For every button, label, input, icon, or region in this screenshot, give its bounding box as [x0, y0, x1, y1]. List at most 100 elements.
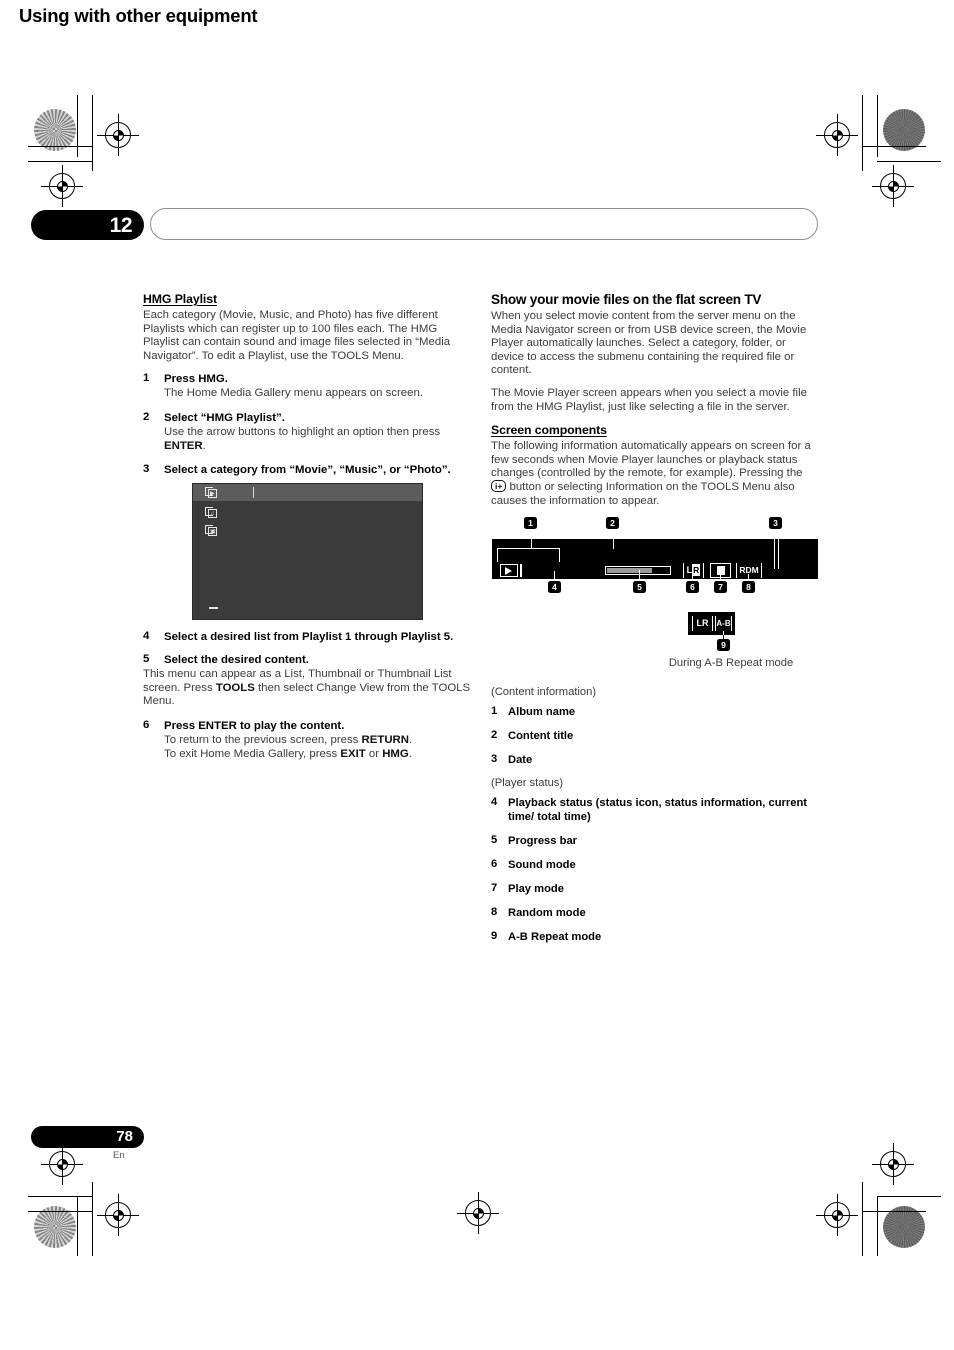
legend-item-label: Random mode: [508, 907, 586, 920]
crop-mark: [92, 1182, 93, 1256]
progress-bar[interactable]: [605, 566, 671, 576]
ab-repeat-sample: LR A-B: [688, 612, 735, 636]
step-2: 2 Select “HMG Playlist”.: [143, 411, 471, 425]
step-6-line2-post: .: [408, 747, 412, 760]
step-1: 1 Press HMG.: [143, 372, 471, 386]
step-6-line1-post: .: [409, 733, 413, 746]
registration-mark: [97, 114, 139, 156]
step-5-body-key: TOOLS: [215, 681, 255, 694]
legend-item-number: 9: [491, 930, 498, 943]
section-heading-hmg-playlist: HMG Playlist: [143, 292, 217, 306]
callout-6: 6: [686, 581, 699, 594]
page-title: Using with other equipment: [19, 5, 258, 26]
crop-mark: [92, 95, 93, 171]
movie-player-diagram: 1 2 3 LR RDM 4 5 6 7 8 LR A-B 9 During A…: [491, 517, 819, 682]
step-6-body: To return to the previous screen, press …: [164, 734, 471, 761]
ab-sound-mode-indicator: LR: [692, 616, 713, 632]
step-6-title: Press ENTER to play the content.: [164, 719, 345, 732]
crop-mark: [877, 1196, 878, 1256]
callout-8: 8: [742, 581, 755, 594]
leader-line: [720, 574, 721, 580]
legend-item-label: Album name: [508, 706, 576, 719]
crop-mark: [862, 1182, 863, 1256]
legend-item: 8 Random mode: [491, 906, 819, 920]
registration-mark: [457, 1192, 499, 1234]
leader-line: [748, 574, 749, 580]
hmg-menu-selected-row: [193, 484, 422, 502]
density-patch-top-left: [34, 109, 76, 151]
photo-category-icon[interactable]: ▣: [205, 525, 218, 537]
page-number: 78: [116, 1128, 133, 1145]
registration-mark: [816, 1194, 858, 1236]
registration-mark: [97, 1194, 139, 1236]
registration-mark: [872, 1143, 914, 1185]
leader-line: [497, 548, 498, 563]
legend-item-label: Playback status (status icon, status inf…: [508, 797, 808, 824]
info-button-icon: i+: [491, 479, 507, 492]
leader-line: [778, 539, 779, 570]
step-6-line2-pre: To exit Home Media Gallery, press: [164, 747, 341, 760]
photo-category-icon-glyph: ▣: [210, 529, 216, 536]
step-4-number: 4: [143, 630, 150, 643]
legend-player-status-head: (Player status): [491, 777, 564, 790]
step-1-body: The Home Media Gallery menu appears on s…: [164, 387, 423, 400]
density-patch-bottom-right: [883, 1206, 925, 1248]
legend-player-status: (Player status) 4 Playback status (statu…: [491, 777, 819, 944]
movie-player-status-bar: LR RDM: [492, 539, 818, 580]
screen-components-text-post: button or selecting Information on the T…: [491, 480, 795, 507]
crop-mark: [28, 1211, 92, 1212]
legend-item-number: 7: [491, 882, 498, 895]
registration-mark: [872, 165, 914, 207]
legend-item: 5 Progress bar: [491, 834, 819, 848]
leader-line: [497, 548, 559, 550]
screen-components-paragraph: The following information automatically …: [491, 440, 819, 508]
step-5-title: Select the desired content.: [164, 654, 309, 667]
leader-line: [692, 574, 693, 580]
hmg-menu-screenshot: ▶ ♫ ▣: [192, 483, 423, 621]
leader-line: [531, 539, 532, 549]
crop-mark: [877, 95, 878, 157]
movie-category-icon[interactable]: ▶: [205, 487, 218, 499]
crop-mark: [862, 95, 863, 171]
density-patch-bottom-left: [34, 1206, 76, 1248]
step-2-body-key: ENTER: [164, 439, 203, 452]
legend-item-label: Sound mode: [508, 859, 576, 872]
left-column: HMG Playlist Each category (Movie, Music…: [143, 292, 471, 771]
legend-item-number: 5: [491, 834, 498, 847]
registration-mark: [41, 165, 83, 207]
step-6-line2-key1: EXIT: [340, 747, 366, 760]
legend-item-label: Play mode: [508, 883, 564, 896]
leader-line: [554, 571, 555, 580]
step-3-title: Select a category from “Movie”, “Music”,…: [164, 464, 451, 477]
callout-1: 1: [524, 517, 537, 530]
crop-mark: [77, 95, 78, 157]
step-4-title: Select a desired list from Playlist 1 th…: [164, 631, 454, 644]
leader-line: [559, 548, 560, 563]
legend-item: 2 Content title: [491, 729, 819, 743]
callout-4: 4: [548, 581, 561, 594]
right-column: Show your movie files on the flat screen…: [491, 292, 819, 954]
step-5-body: This menu can appear as a List, Thumbnai…: [143, 668, 471, 709]
crop-mark: [862, 146, 926, 147]
progress-bar-fill: [607, 568, 652, 574]
leader-line: [613, 539, 614, 550]
ab-repeat-indicator: A-B: [715, 616, 732, 632]
ab-repeat-caption: During A-B Repeat mode: [668, 657, 794, 670]
legend-item-number: 8: [491, 906, 498, 919]
legend-content-information-head: (Content information): [491, 686, 597, 699]
music-category-icon[interactable]: ♫: [205, 507, 218, 519]
step-2-title: Select “HMG Playlist”.: [164, 411, 285, 424]
legend-item: 9 A-B Repeat mode: [491, 930, 819, 944]
playback-status-icon-tail: [520, 564, 522, 578]
crop-mark: [28, 161, 92, 162]
step-6-line1-key: RETURN: [361, 733, 410, 746]
step-3-number: 3: [143, 463, 150, 476]
legend-item: 4 Playback status (status icon, status i…: [491, 796, 819, 824]
legend-item-label: Date: [508, 754, 533, 767]
legend-item: 1 Album name: [491, 705, 819, 719]
legend-item-number: 2: [491, 729, 498, 742]
sound-mode-indicator: LR: [683, 563, 704, 579]
step-6-line2-key2: HMG: [382, 747, 409, 760]
legend-item-label: A-B Repeat mode: [508, 931, 602, 944]
step-6-line2-mid: or: [365, 747, 383, 760]
